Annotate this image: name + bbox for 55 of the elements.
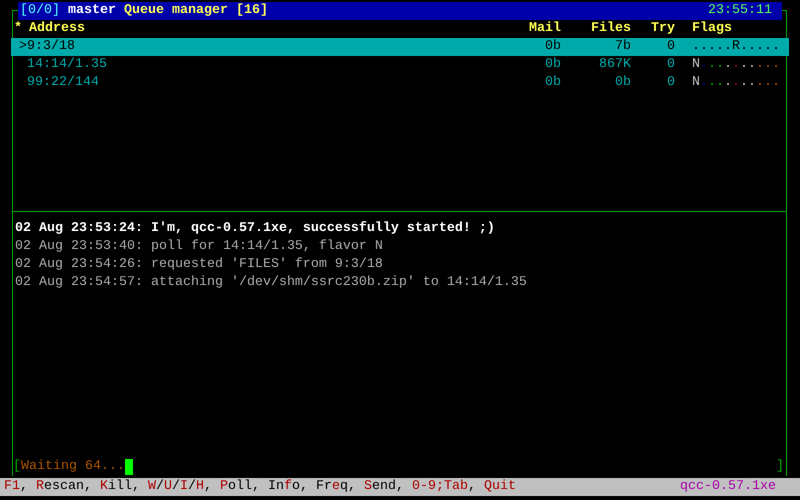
- command-hint[interactable]: Rescan,: [36, 478, 100, 496]
- log-line: 02 Aug 23:54:26: requested 'FILES' from 9:3/18: [14, 256, 383, 274]
- bracket: [: [13, 458, 21, 476]
- sort-marker: *: [13, 20, 23, 38]
- flag-indicator: N: [692, 74, 700, 92]
- queue-row[interactable]: 14:14/1.35 0b 867K 0 N..........: [13, 56, 786, 74]
- flag-indicator: .: [740, 74, 748, 92]
- flags-cell: .....R.....: [692, 38, 780, 56]
- flag-indicator: .: [740, 56, 748, 74]
- log-line: 02 Aug 23:53:40: poll for 14:14/1.35, flavor N: [14, 238, 383, 256]
- flag-indicator: .: [700, 74, 708, 92]
- flag-indicator: .: [772, 74, 780, 92]
- log-line: 02 Aug 23:53:24: I'm, qcc-0.57.1xe, successfully started! ;): [14, 220, 495, 238]
- status-text: Waiting 64...: [21, 458, 125, 476]
- command-hint[interactable]: Poll,: [220, 478, 268, 496]
- command-hint[interactable]: 0-9;Tab,: [412, 478, 484, 496]
- flag-indicator: .: [724, 56, 732, 74]
- column-header: Mail: [528, 20, 561, 38]
- column-header: Files: [590, 20, 631, 38]
- node-name: master: [68, 2, 116, 20]
- command-hint[interactable]: Send,: [364, 478, 412, 496]
- flag-indicator: .: [764, 56, 772, 74]
- bracket: ]: [776, 458, 784, 476]
- flag-indicator: .: [708, 74, 716, 92]
- flag-indicator: .: [764, 74, 772, 92]
- flag-indicator: .: [724, 74, 732, 92]
- command-hint[interactable]: Quit: [484, 478, 516, 496]
- flag-indicator: .: [756, 74, 764, 92]
- command-hint[interactable]: F1,: [4, 478, 36, 496]
- command-hint[interactable]: Freq,: [316, 478, 364, 496]
- queue-row[interactable]: >9:3/18 0b 7b 0 .....R.....: [11, 38, 789, 56]
- flag-indicator: .: [748, 74, 756, 92]
- clock: 23:55:11: [708, 2, 772, 20]
- flag-indicator: .: [716, 74, 724, 92]
- flag-indicator: .: [772, 56, 780, 74]
- column-header: Address: [29, 20, 86, 38]
- column-header: Flags: [692, 20, 732, 38]
- flag-indicator: N: [692, 56, 700, 74]
- flag-indicator: .: [700, 56, 708, 74]
- log-line: 02 Aug 23:54:57: attaching '/dev/shm/ssrc230b.zip' to 14:14/1.35: [14, 274, 527, 292]
- flag-indicator: .: [732, 74, 740, 92]
- command-hint[interactable]: Kill,: [100, 478, 148, 496]
- column-header: Try: [650, 20, 675, 38]
- flag-indicator: .: [756, 56, 764, 74]
- flag-indicator: .: [732, 56, 740, 74]
- flag-indicator: .: [748, 56, 756, 74]
- command-hint[interactable]: Info,: [268, 478, 316, 496]
- queue-row[interactable]: 99:22/144 0b 0b 0 N..........: [13, 74, 786, 92]
- flag-indicator: .: [708, 56, 716, 74]
- version-label: qcc-0.57.1xe: [680, 478, 776, 496]
- window-title: Queue manager [16]: [124, 2, 268, 20]
- panel-counter: [0/0]: [20, 2, 60, 20]
- command-hint[interactable]: W/U/I/H,: [148, 478, 220, 496]
- flag-indicator: .: [716, 56, 724, 74]
- cursor-icon: [124, 459, 133, 475]
